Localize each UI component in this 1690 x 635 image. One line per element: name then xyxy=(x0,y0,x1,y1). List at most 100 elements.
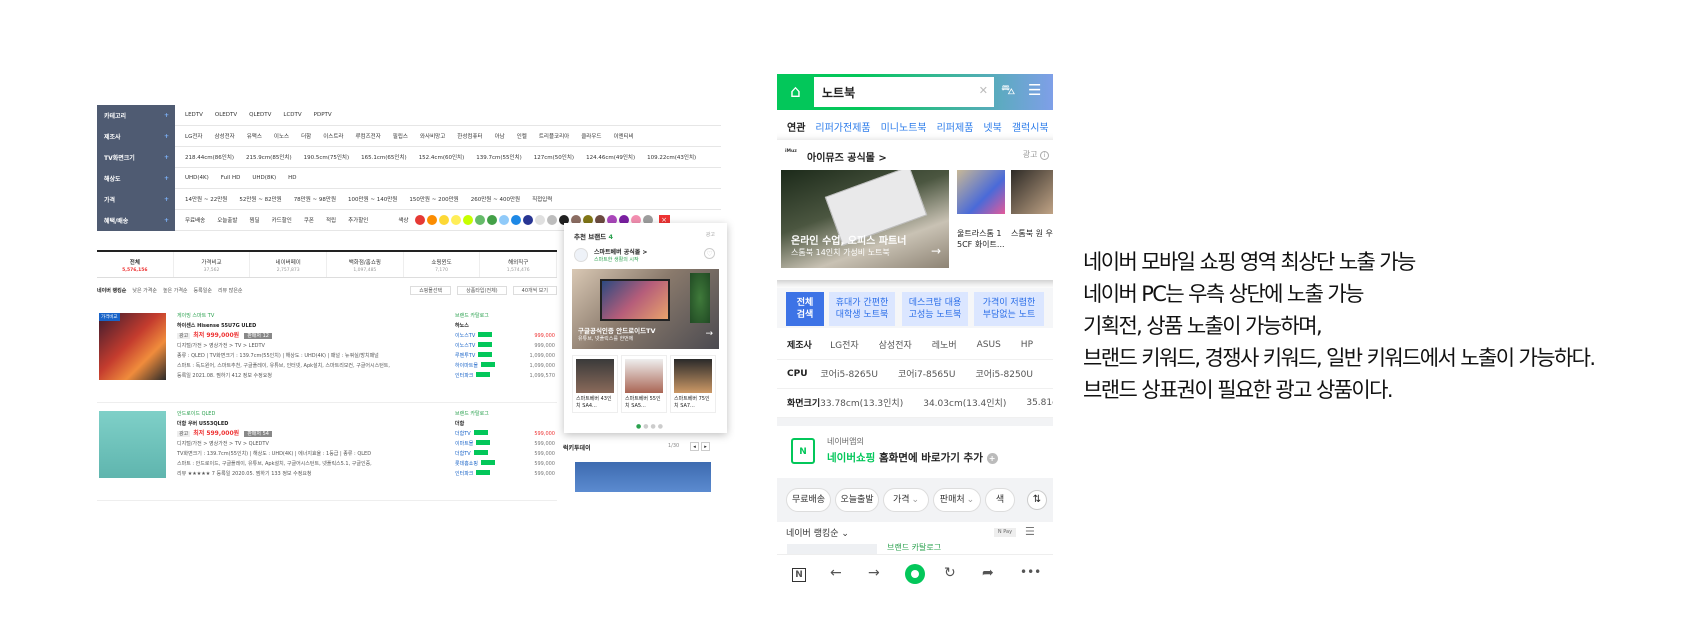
filter-option[interactable]: 152.4cm(60인치) xyxy=(419,153,465,161)
mall-count[interactable]: 판매처 12 xyxy=(244,333,272,339)
attribute-value[interactable]: ASUS xyxy=(977,340,1001,350)
cart-icon[interactable]: ⛍ xyxy=(1001,82,1015,100)
filter-option[interactable]: 루컴즈전자 xyxy=(355,132,380,140)
related-keyword[interactable]: 리퍼제품 xyxy=(937,119,974,134)
search-input[interactable]: 노트북 ✕ xyxy=(814,77,994,107)
filter-icon[interactable]: ⇅ xyxy=(1027,490,1047,510)
filter-option[interactable]: 추가할인 xyxy=(348,216,368,224)
filter-option[interactable]: 이스트라 xyxy=(323,132,343,140)
recommended-brand-card[interactable]: 추천 브랜드 4 광고 스마트베버 공식몰 > 스마트한 생활의 시작 ♡ 구글… xyxy=(564,223,727,433)
attribute-value[interactable]: 33.78cm(13.3인치) xyxy=(820,396,903,409)
prev-button[interactable]: ◂ xyxy=(690,442,699,451)
more-icon[interactable]: ••• xyxy=(1020,565,1041,579)
plus-icon[interactable]: + xyxy=(164,133,169,140)
forward-icon[interactable]: → xyxy=(868,565,880,581)
filter-option[interactable]: 무료배송 xyxy=(185,216,205,224)
green-dot-icon[interactable] xyxy=(905,564,925,584)
color-swatch[interactable] xyxy=(510,215,521,225)
attribute-value[interactable]: 코어i5-8250U xyxy=(975,367,1033,380)
attribute-value[interactable]: HP xyxy=(1021,340,1033,350)
filter-option[interactable]: Full HD xyxy=(221,175,241,181)
filter-option[interactable]: LCDTV xyxy=(283,112,301,118)
mall-row[interactable]: 더함TV 599,000 xyxy=(455,429,555,439)
filter-option[interactable]: 260만원 ~ 400만원 xyxy=(471,195,520,203)
tab-0[interactable]: 전체 5,576,156 xyxy=(97,252,174,277)
filter-option[interactable]: 215.9cm(85인치) xyxy=(246,153,292,161)
attribute-value[interactable]: 코어i5-8265U xyxy=(820,367,878,380)
brand-product[interactable]: 스마트베버 43인치 SA4... xyxy=(572,355,618,413)
filter-option[interactable]: LG전자 xyxy=(185,132,202,140)
clear-icon[interactable]: ✕ xyxy=(979,84,988,97)
ad-banner[interactable]: 온라인 수업, 오피스 파트너 스톰북 14인치 가성비 노트북 → xyxy=(781,170,949,268)
filter-pill[interactable]: 가격 ⌄ xyxy=(883,488,929,512)
plus-icon[interactable]: + xyxy=(164,196,169,203)
filter-option[interactable]: PDPTV xyxy=(314,112,332,118)
filter-option[interactable]: 클라우드 xyxy=(581,132,601,140)
brand-banner[interactable]: 구글공식인증 안드로이드TV 유튜브, 넷플릭스를 한번에 → xyxy=(572,269,719,349)
filter-option[interactable]: 더함 xyxy=(301,132,311,140)
list-view-icon[interactable]: ☰ xyxy=(1025,525,1035,538)
home-icon[interactable]: ⌂ xyxy=(786,83,805,102)
mall-row[interactable]: 루벤투TV 1,099,000 xyxy=(455,351,555,361)
refresh-icon[interactable]: ↻ xyxy=(944,565,956,581)
sort-option[interactable]: 리뷰 많은순 xyxy=(218,287,243,294)
mall-row[interactable]: 인터파크 1,099,570 xyxy=(455,371,555,381)
color-swatch[interactable] xyxy=(498,215,509,225)
sort-select[interactable]: 상품타입(전체) xyxy=(457,285,507,295)
brand-product[interactable]: 스마트베버 55인치 SA5... xyxy=(621,355,667,413)
color-swatch[interactable] xyxy=(534,215,545,225)
related-keyword[interactable]: 넷북 xyxy=(983,119,1001,134)
product-thumbnail[interactable]: 가격비교 xyxy=(99,313,166,380)
product-thumbnail[interactable] xyxy=(99,411,166,478)
color-swatch[interactable] xyxy=(462,215,473,225)
brand-store-link[interactable]: 스마트베버 공식몰 > xyxy=(594,247,647,256)
color-swatch[interactable] xyxy=(546,215,557,225)
theme-chip[interactable]: 전체 검색 xyxy=(786,292,824,326)
filter-option[interactable]: LEDTV xyxy=(185,112,203,118)
filter-pill[interactable]: 판매처 ⌄ xyxy=(933,488,981,512)
product-title[interactable]: 더함 우버 U553QLED xyxy=(177,419,447,429)
attribute-value[interactable]: 35.81c xyxy=(1026,398,1053,408)
filter-option[interactable]: 필립스 xyxy=(393,132,408,140)
sort-option[interactable]: 낮은 가격순 xyxy=(132,287,157,294)
attribute-value[interactable]: LG전자 xyxy=(830,338,859,351)
tab-4[interactable]: 쇼핑윈도 7,170 xyxy=(404,252,481,277)
filter-option[interactable]: 이노스 xyxy=(274,132,289,140)
related-keyword[interactable]: 리퍼가전제품 xyxy=(815,119,870,134)
naver-home-icon[interactable]: N xyxy=(792,568,806,582)
filter-option[interactable]: 109.22cm(43인치) xyxy=(647,153,696,161)
theme-chip[interactable]: 데스크탑 대용 고성능 노트북 xyxy=(902,292,968,326)
attribute-value[interactable]: 레노버 xyxy=(932,338,957,351)
add-shortcut-banner[interactable]: N 네이버앱의 네이버쇼핑 홈화면에 바로가기 추가 + xyxy=(777,426,1053,478)
sort-select[interactable]: 쇼핑몰선택 xyxy=(410,285,452,295)
filter-option[interactable]: 78만원 ~ 98만원 xyxy=(294,195,336,203)
mall-row[interactable]: 롯데홈쇼핑 599,000 xyxy=(455,459,555,469)
sort-option[interactable]: 높은 가격순 xyxy=(163,287,188,294)
mall-row[interactable]: 이노스TV 999,000 xyxy=(455,341,555,351)
filter-option[interactable]: 인켈 xyxy=(517,132,527,140)
filter-option[interactable]: 150만원 ~ 200만원 xyxy=(409,195,458,203)
filter-option[interactable]: 127cm(50인치) xyxy=(534,153,574,161)
filter-pill[interactable]: 오늘출발 xyxy=(835,488,879,512)
tab-5[interactable]: 해외직구 1,574,476 xyxy=(480,252,558,277)
mall-row[interactable]: 이노스TV 999,000 xyxy=(455,331,555,341)
related-keyword[interactable]: 미니노트북 xyxy=(881,119,927,134)
filter-option[interactable]: 190.5cm(75인치) xyxy=(304,153,350,161)
color-swatch[interactable] xyxy=(414,215,425,225)
info-icon[interactable]: i xyxy=(1040,151,1049,160)
back-icon[interactable]: ← xyxy=(830,565,842,581)
attribute-value[interactable]: 34.03cm(13.4인치) xyxy=(923,396,1006,409)
attribute-value[interactable]: 코어i7-8565U xyxy=(898,367,956,380)
filter-option[interactable]: 카드할인 xyxy=(272,216,292,224)
filter-option[interactable]: 유맥스 xyxy=(247,132,262,140)
filter-pill[interactable]: 무료배송 xyxy=(786,488,831,512)
filter-option[interactable]: 직접입력 xyxy=(532,195,552,203)
color-swatch[interactable] xyxy=(474,215,485,225)
product-row[interactable]: 가격비교 게이밍 스마트 TV 하이센스 Hisense 55U7G ULED 광고 최… xyxy=(97,303,557,403)
filter-option[interactable]: 100만원 ~ 140만원 xyxy=(348,195,397,203)
filter-option[interactable]: 오늘출발 xyxy=(217,216,237,224)
tab-1[interactable]: 가격비교 37,562 xyxy=(174,252,251,277)
mall-row[interactable]: 이마트몰 599,000 xyxy=(455,439,555,449)
filter-option[interactable]: 쿠폰 xyxy=(304,216,314,224)
filter-option[interactable]: UHD(8K) xyxy=(252,175,276,181)
